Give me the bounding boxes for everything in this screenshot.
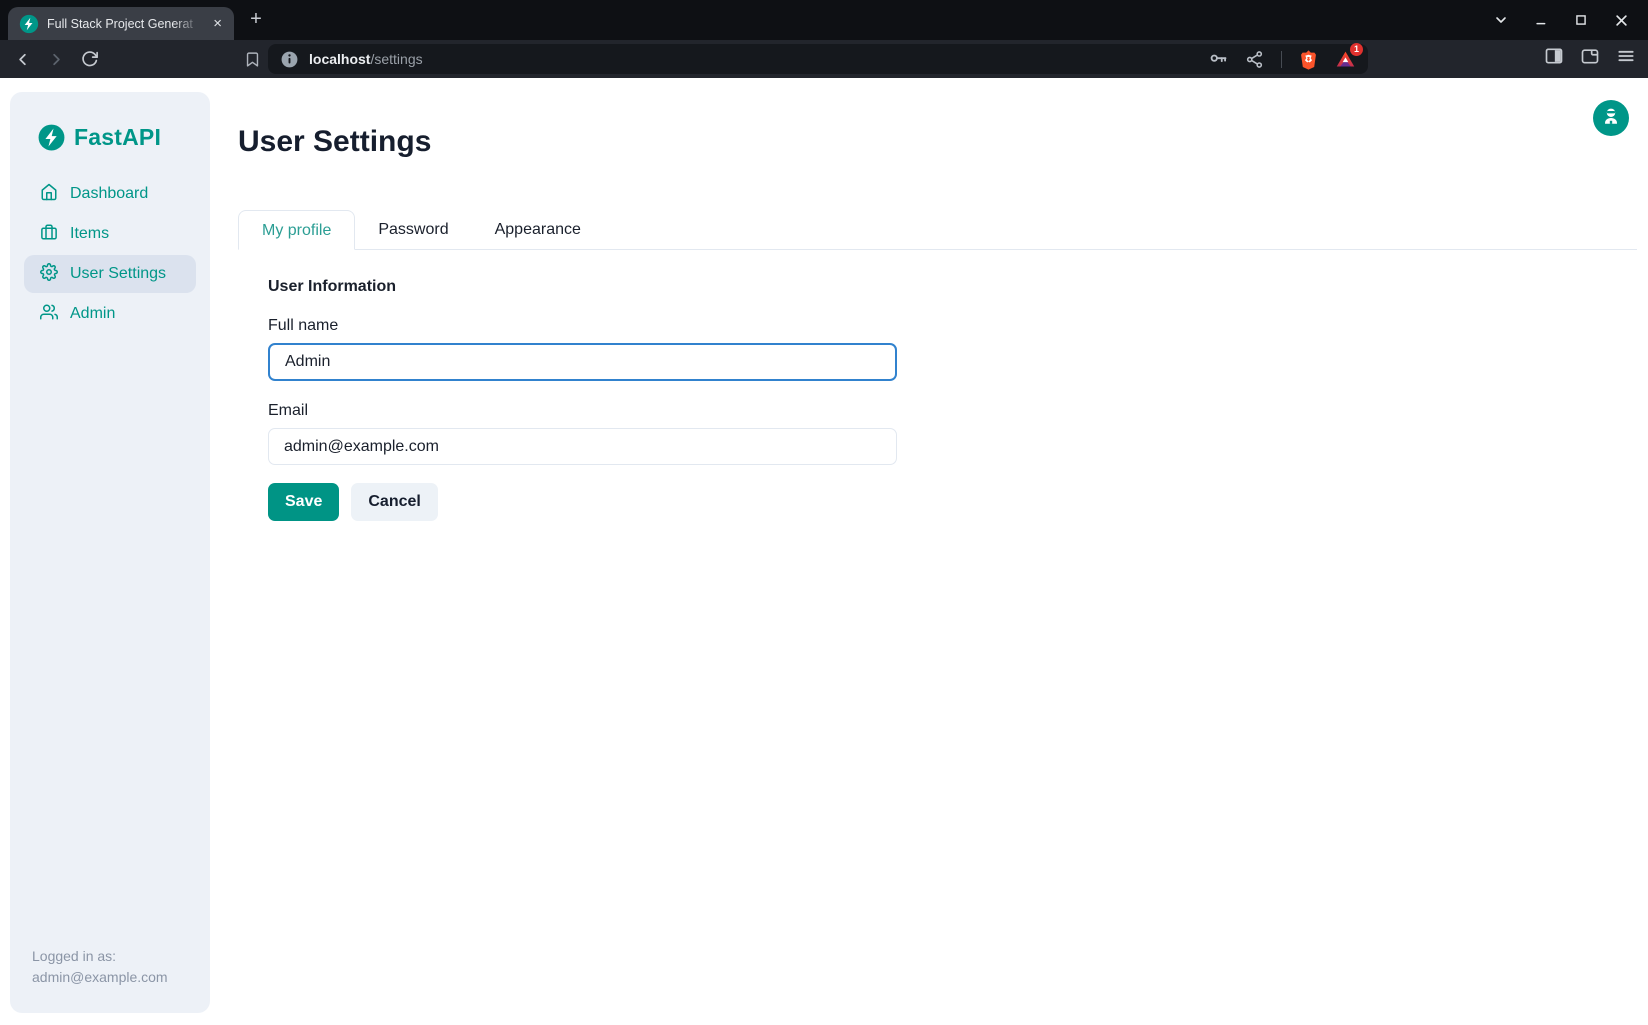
logged-in-info: Logged in as: admin@example.com (32, 946, 168, 989)
full-name-input[interactable] (268, 343, 897, 381)
side-panel-icon[interactable] (1543, 45, 1564, 66)
tab-password[interactable]: Password (355, 210, 471, 250)
logged-in-email: admin@example.com (32, 967, 168, 989)
sidebar-item-label: Admin (70, 305, 115, 323)
bookmark-icon[interactable] (238, 45, 266, 73)
share-icon[interactable] (1244, 49, 1265, 70)
url-host: localhost (309, 51, 370, 67)
briefcase-icon (40, 223, 58, 246)
window-controls (1488, 0, 1648, 40)
tab-close-icon[interactable]: × (209, 14, 226, 33)
tab-search-chevron-down-icon[interactable] (1488, 7, 1514, 33)
form-buttons: Save Cancel (268, 483, 1637, 521)
fastapi-logo: FastAPI (10, 92, 210, 151)
back-icon[interactable] (8, 45, 36, 73)
site-info-icon[interactable] (280, 50, 299, 69)
brave-shield-icon[interactable] (1298, 49, 1319, 70)
reload-icon[interactable] (76, 45, 104, 73)
main-content: User Settings My profile Password Appear… (238, 78, 1637, 521)
sidebar-item-label: User Settings (70, 265, 166, 283)
email-input[interactable] (268, 428, 897, 465)
address-bar[interactable]: localhost/settings 1 (268, 44, 1368, 74)
settings-tabs: My profile Password Appearance (238, 210, 1637, 250)
page-title: User Settings (238, 125, 1637, 159)
close-window-icon[interactable] (1608, 7, 1634, 33)
sidebar-item-items[interactable]: Items (24, 215, 196, 253)
url-path: /settings (370, 51, 422, 67)
users-icon (40, 303, 58, 326)
forward-icon[interactable] (42, 45, 70, 73)
save-button[interactable]: Save (268, 483, 339, 521)
url-text: localhost/settings (309, 51, 423, 67)
full-name-label: Full name (268, 317, 1637, 335)
user-information-form: User Information Full name Email Save Ca… (238, 278, 1637, 521)
menu-icon[interactable] (1615, 45, 1636, 66)
fastapi-bolt-icon (38, 124, 65, 151)
logo-text: FastAPI (74, 124, 161, 151)
fastapi-favicon-icon (19, 14, 39, 34)
section-title: User Information (268, 278, 1637, 296)
brave-rewards-icon[interactable]: 1 (1335, 49, 1356, 70)
home-icon (40, 183, 58, 206)
minimize-icon[interactable] (1528, 7, 1554, 33)
app-page: FastAPI Dashboard Items User Settings (0, 78, 1648, 1025)
sidebar: FastAPI Dashboard Items User Settings (10, 92, 210, 1013)
maximize-icon[interactable] (1568, 7, 1594, 33)
sidebar-item-user-settings[interactable]: User Settings (24, 255, 196, 293)
logged-in-label: Logged in as: (32, 946, 168, 968)
key-icon[interactable] (1207, 49, 1228, 70)
new-tab-button[interactable]: + (244, 8, 268, 32)
email-label: Email (268, 402, 1637, 420)
browser-toolbar: localhost/settings 1 (0, 40, 1648, 78)
tab-appearance[interactable]: Appearance (472, 210, 604, 250)
sidebar-item-label: Dashboard (70, 185, 148, 203)
toolbar-right-icons (1543, 45, 1636, 66)
sidebar-item-label: Items (70, 225, 109, 243)
browser-tab[interactable]: Full Stack Project Generat × (8, 7, 234, 40)
wallet-icon[interactable] (1579, 45, 1600, 66)
browser-titlebar: Full Stack Project Generat × + (0, 0, 1648, 40)
sidebar-item-dashboard[interactable]: Dashboard (24, 175, 196, 213)
tab-title: Full Stack Project Generat (47, 17, 201, 31)
cancel-button[interactable]: Cancel (351, 483, 437, 521)
rewards-badge: 1 (1350, 43, 1363, 56)
sidebar-item-admin[interactable]: Admin (24, 295, 196, 333)
sidebar-nav: Dashboard Items User Settings Admin (10, 175, 210, 333)
tab-my-profile[interactable]: My profile (238, 210, 355, 250)
toolbar-divider (1281, 51, 1282, 68)
gear-icon (40, 263, 58, 286)
